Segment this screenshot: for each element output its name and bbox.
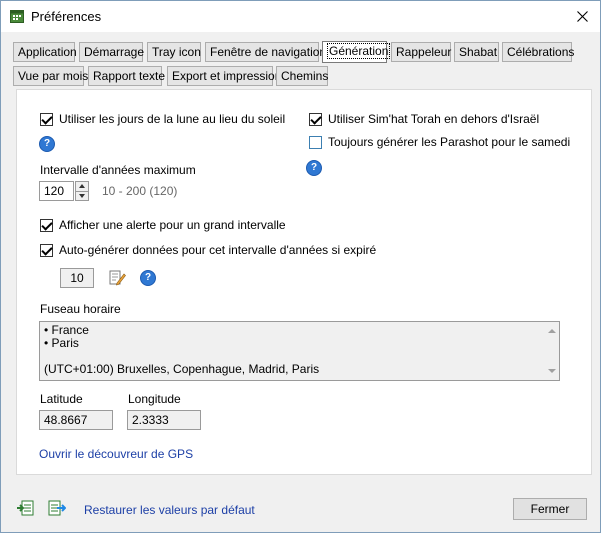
tab-label: Célébrations [507,45,575,59]
window-title: Préférences [31,9,102,24]
longitude-label: Longitude [128,392,181,406]
tab-label: Fenêtre de navigation [210,45,327,59]
simhat-torah-checkbox[interactable] [309,113,322,126]
tab-fenetre-navigation[interactable]: Fenêtre de navigation [205,42,326,62]
help-icon[interactable]: ? [140,270,156,286]
export-icon[interactable] [48,500,66,516]
latitude-field[interactable]: 48.8667 [39,410,113,430]
edit-icon[interactable] [109,269,126,286]
tab-label: Rappeleur [396,45,452,59]
tab-shabat[interactable]: Shabat [454,42,499,62]
scroll-up-icon[interactable] [548,329,556,333]
tab-vue-par-mois[interactable]: Vue par mois [13,66,88,86]
tab-label: Export et impression [172,69,282,83]
tab-label: Application [18,45,77,59]
close-icon [576,11,588,22]
tab-label: Rapport texte [93,69,166,83]
alert-interval-label: Afficher une alerte pour un grand interv… [59,218,286,232]
tab-tray-icon[interactable]: Tray icon [147,42,201,62]
parashot-checkbox[interactable] [309,136,322,149]
simhat-torah-label: Utiliser Sim'hat Torah en dehors d'Israë… [328,112,540,126]
interval-input[interactable]: 120 [39,181,74,201]
spin-up-icon[interactable] [79,184,85,188]
gps-finder-link[interactable]: Ouvrir le découvreur de GPS [39,447,193,461]
timezone-name: (UTC+01:00) Bruxelles, Copenhague, Madri… [44,362,320,376]
close-button[interactable]: Fermer [513,498,587,520]
tab-demarrage[interactable]: Démarrage [79,42,145,62]
tab-label: Démarrage [84,45,145,59]
autogen-checkbox[interactable] [40,244,53,257]
parashot-label: Toujours générer les Parashot pour le sa… [328,135,571,149]
moon-days-checkbox[interactable] [40,113,53,126]
tab-application[interactable]: Application [13,42,77,62]
help-icon[interactable]: ? [39,136,55,152]
timezone-box[interactable]: • France • Paris (UTC+01:00) Bruxelles, … [39,321,560,381]
tab-celebrations[interactable]: Célébrations [502,42,575,62]
close-window-button[interactable] [564,1,600,32]
autogen-value: 10 [60,268,94,288]
preferences-window: Préférences Application Démarrage Tray i… [0,0,601,533]
moon-days-label: Utiliser les jours de la lune au lieu du… [59,112,286,126]
tab-label: Tray icon [152,45,201,59]
tab-generation[interactable]: Génération [322,41,391,63]
interval-spinner[interactable] [75,181,89,201]
tab-chemins[interactable]: Chemins [276,66,328,86]
help-icon[interactable]: ? [306,160,322,176]
latitude-label: Latitude [40,392,83,406]
autogen-label: Auto-générer données pour cet intervalle… [59,243,377,257]
title-bar: Préférences [1,1,600,32]
tab-export-impression[interactable]: Export et impression [167,66,281,86]
tab-label: Vue par mois [18,69,89,83]
app-icon [10,10,24,23]
tab-label: Shabat [459,45,498,59]
import-icon[interactable] [16,500,34,516]
tab-label: Génération [327,43,391,59]
tab-label: Chemins [281,69,329,83]
spin-down-icon[interactable] [79,194,85,198]
timezone-city: • Paris [44,336,79,350]
scroll-down-icon[interactable] [548,369,556,373]
longitude-field[interactable]: 2.3333 [127,410,201,430]
generation-panel: Utiliser les jours de la lune au lieu du… [16,89,592,475]
tab-rappeleur[interactable]: Rappeleur [391,42,451,62]
timezone-label: Fuseau horaire [40,302,121,316]
interval-label: Intervalle d'années maximum [40,163,196,177]
tab-rapport-texte[interactable]: Rapport texte [88,66,166,86]
alert-interval-checkbox[interactable] [40,219,53,232]
restore-defaults-link[interactable]: Restaurer les valeurs par défaut [84,503,255,517]
interval-range: 10 - 200 (120) [102,184,178,198]
